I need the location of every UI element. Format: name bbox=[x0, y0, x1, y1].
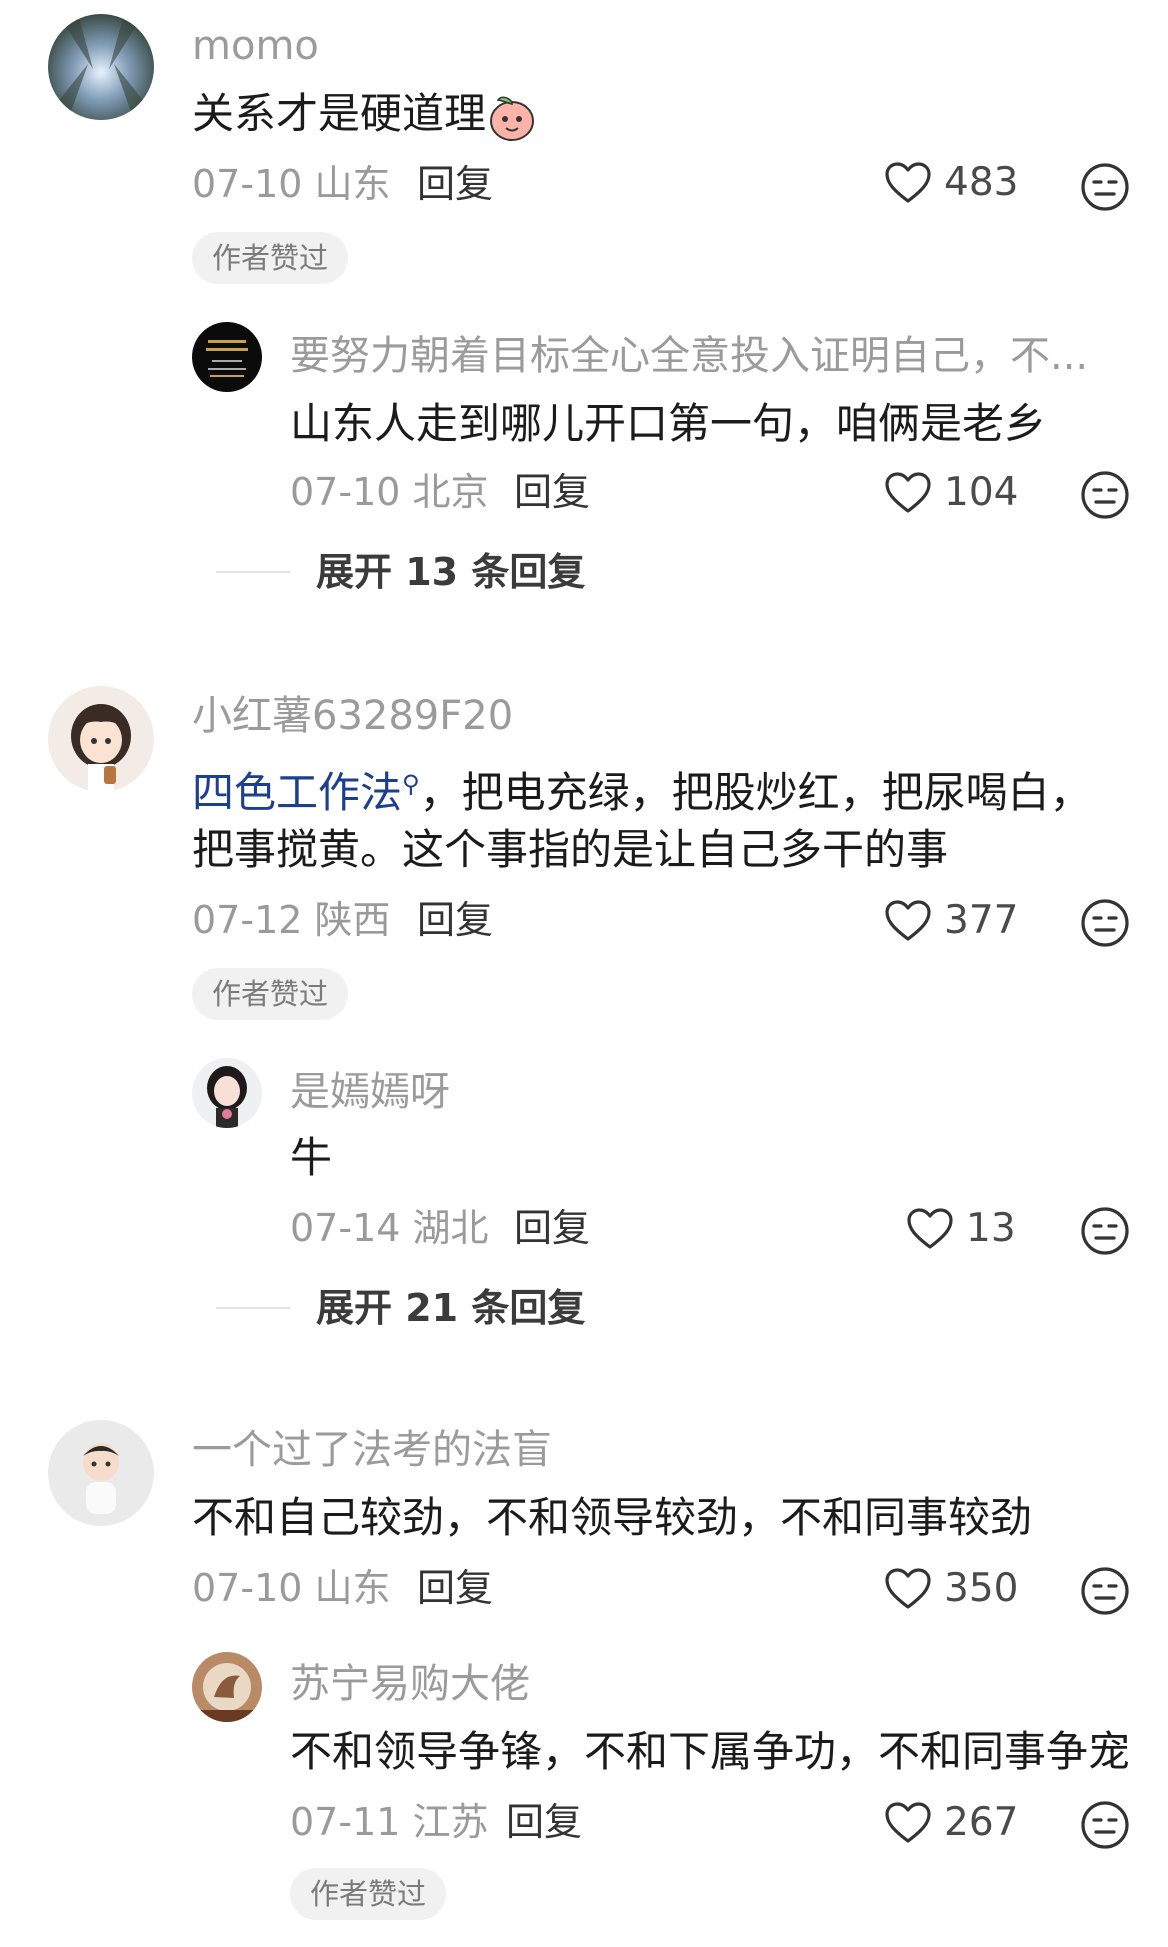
dislike-icon[interactable] bbox=[1080, 898, 1130, 948]
comment-meta: 07-14 湖北 bbox=[290, 1204, 489, 1252]
commenter-name[interactable]: 是嫣嫣呀 bbox=[290, 1068, 450, 1116]
dislike-icon[interactable] bbox=[1080, 1566, 1130, 1616]
like-count: 104 bbox=[944, 470, 1019, 515]
comment-location: 北京 bbox=[412, 470, 489, 514]
expand-replies-label: 展开 21 条回复 bbox=[316, 1286, 586, 1330]
comment-text: 牛 bbox=[290, 1133, 333, 1182]
comment-location: 陕西 bbox=[314, 898, 391, 942]
avatar[interactable] bbox=[192, 322, 262, 392]
comment-date: 07-12 bbox=[192, 898, 303, 942]
reply-button[interactable]: 回复 bbox=[514, 468, 590, 516]
like-button[interactable]: 104 bbox=[884, 470, 1018, 515]
author-liked-badge: 作者赞过 bbox=[290, 1868, 447, 1920]
comment-meta: 07-10 山东 bbox=[192, 160, 391, 208]
reply-button[interactable]: 回复 bbox=[417, 1564, 493, 1612]
expand-replies-button[interactable]: 展开 21 条回复 bbox=[216, 1284, 585, 1332]
comment-location: 山东 bbox=[314, 162, 391, 206]
like-count: 267 bbox=[944, 1800, 1019, 1845]
like-count: 377 bbox=[944, 898, 1019, 943]
dislike-icon[interactable] bbox=[1080, 470, 1130, 520]
topic-link[interactable]: 四色工作法 bbox=[192, 768, 402, 817]
comment-text: 不和自己较劲，不和领导较劲，不和同事较劲 bbox=[192, 1493, 1033, 1542]
heart-icon bbox=[884, 161, 932, 205]
comment-location: 湖北 bbox=[412, 1206, 489, 1250]
like-button[interactable]: 267 bbox=[884, 1800, 1018, 1845]
avatar[interactable] bbox=[192, 1652, 262, 1722]
comment-meta: 07-10 山东 bbox=[192, 1564, 391, 1612]
comment-text: 山东人走到哪儿开口第一句，咱俩是老乡 bbox=[290, 399, 1047, 448]
search-icon: ⚲ bbox=[402, 770, 420, 798]
comment-location: 山东 bbox=[314, 1566, 391, 1610]
author-liked-badge: 作者赞过 bbox=[192, 232, 349, 284]
commenter-name[interactable]: 要努力朝着目标全心全意投入证明自己，不... bbox=[290, 332, 1088, 380]
heart-icon bbox=[884, 471, 932, 515]
like-count: 13 bbox=[966, 1206, 1016, 1251]
heart-icon bbox=[884, 899, 932, 943]
comment-text-content: ，把电充绿，把股炒红，把尿喝白， bbox=[419, 768, 1092, 817]
commenter-name[interactable]: 小红薯63289F20 bbox=[192, 692, 513, 740]
expand-replies-button[interactable]: 展开 13 条回复 bbox=[216, 548, 585, 596]
commenter-name[interactable]: 苏宁易购大佬 bbox=[290, 1660, 530, 1708]
reply-button[interactable]: 回复 bbox=[417, 160, 493, 208]
like-count: 350 bbox=[944, 1566, 1019, 1611]
avatar[interactable] bbox=[48, 1420, 154, 1526]
like-button[interactable]: 350 bbox=[884, 1566, 1018, 1611]
commenter-name[interactable]: momo bbox=[192, 22, 319, 70]
like-button[interactable]: 377 bbox=[884, 898, 1018, 943]
author-liked-badge: 作者赞过 bbox=[192, 968, 349, 1020]
comment-meta: 07-12 陕西 bbox=[192, 896, 391, 944]
comment-text: 关系才是硬道理 bbox=[192, 82, 538, 146]
reply-button[interactable]: 回复 bbox=[514, 1204, 590, 1252]
reply-button[interactable]: 回复 bbox=[417, 896, 493, 944]
avatar[interactable] bbox=[48, 686, 154, 792]
commenter-name[interactable]: 一个过了法考的法盲 bbox=[192, 1426, 552, 1474]
comment-location: 江苏 bbox=[412, 1800, 489, 1844]
avatar[interactable] bbox=[48, 14, 154, 120]
like-button[interactable]: 13 bbox=[906, 1206, 1016, 1251]
comment-text: 四色工作法⚲，把电充绿，把股炒红，把尿喝白， bbox=[192, 752, 1092, 825]
heart-icon bbox=[906, 1207, 954, 1251]
heart-icon bbox=[884, 1801, 932, 1845]
divider bbox=[216, 1307, 290, 1309]
comment-date: 07-14 bbox=[290, 1206, 401, 1250]
like-button[interactable]: 483 bbox=[884, 160, 1018, 205]
dislike-icon[interactable] bbox=[1080, 1206, 1130, 1256]
like-count: 483 bbox=[944, 160, 1019, 205]
comment-meta: 07-11 江苏 bbox=[290, 1798, 489, 1846]
dislike-icon[interactable] bbox=[1080, 162, 1130, 212]
peach-emoji-icon bbox=[486, 91, 538, 143]
heart-icon bbox=[884, 1567, 932, 1611]
comment-date: 07-10 bbox=[290, 470, 401, 514]
comment-meta: 07-10 北京 bbox=[290, 468, 489, 516]
expand-replies-label: 展开 13 条回复 bbox=[316, 550, 586, 594]
comment-text-line2: 把事搅黄。这个事指的是让自己多干的事 bbox=[192, 825, 949, 874]
comment-date: 07-10 bbox=[192, 1566, 303, 1610]
comment-date: 07-10 bbox=[192, 162, 303, 206]
comment-text-content: 关系才是硬道理 bbox=[192, 89, 487, 138]
comment-text: 不和领导争锋，不和下属争功，不和同事争宠 bbox=[290, 1727, 1131, 1776]
avatar[interactable] bbox=[192, 1058, 262, 1128]
dislike-icon[interactable] bbox=[1080, 1800, 1130, 1850]
divider bbox=[216, 571, 290, 573]
comment-date: 07-11 bbox=[290, 1800, 401, 1844]
reply-button[interactable]: 回复 bbox=[506, 1798, 582, 1846]
